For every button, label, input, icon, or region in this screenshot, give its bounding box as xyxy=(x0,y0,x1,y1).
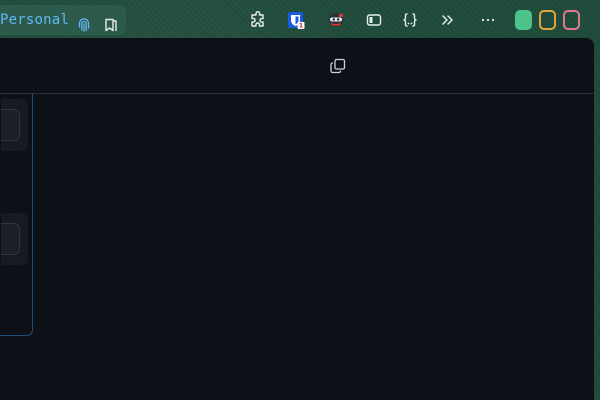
main-panel xyxy=(0,38,594,400)
ninja-extension-icon[interactable] xyxy=(327,11,345,29)
window-maximize-button[interactable] xyxy=(515,10,532,30)
window-close-button[interactable] xyxy=(563,10,580,30)
svg-text:1: 1 xyxy=(299,22,304,29)
browser-toolbar: Personal 1 xyxy=(0,0,600,40)
profile-label: Personal xyxy=(0,12,70,28)
window-minimize-button[interactable] xyxy=(539,10,556,30)
chevrons-right-icon[interactable] xyxy=(439,11,457,29)
bookmark-icon[interactable] xyxy=(103,17,119,33)
json-braces-icon[interactable] xyxy=(401,11,419,29)
profile-chip[interactable]: Personal xyxy=(0,5,126,35)
puzzle-extensions-icon[interactable] xyxy=(249,11,267,29)
bitwarden-shield-icon[interactable]: 1 xyxy=(287,11,305,29)
side-card xyxy=(1,213,28,265)
side-card xyxy=(1,99,28,151)
side-card-button[interactable] xyxy=(1,223,20,255)
fingerprint-icon xyxy=(78,17,90,33)
side-card-button[interactable] xyxy=(1,109,20,141)
side-panel xyxy=(0,94,33,336)
copy-icon[interactable] xyxy=(329,57,347,75)
sidebar-toggle-icon[interactable] xyxy=(365,11,383,29)
panel-header xyxy=(0,38,594,94)
more-dots-icon[interactable] xyxy=(479,11,497,29)
